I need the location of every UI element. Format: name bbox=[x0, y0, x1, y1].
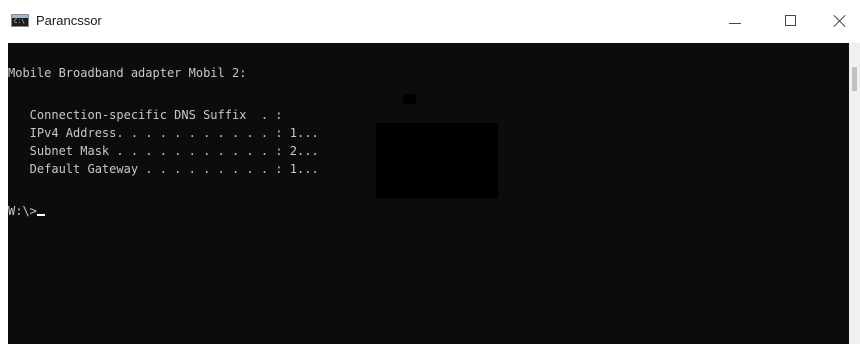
text-cursor bbox=[36, 214, 45, 216]
prompt-line[interactable]: W:\> bbox=[8, 204, 45, 218]
title-bar[interactable]: Parancssor bbox=[0, 0, 860, 43]
redaction-block bbox=[403, 94, 416, 104]
maximize-icon bbox=[785, 15, 796, 26]
gateway-line: Default Gateway . . . . . . . . . : 1... bbox=[8, 162, 319, 176]
minimize-icon bbox=[729, 23, 741, 24]
subnet-label: Subnet Mask . . . . . . . . . . . : bbox=[8, 144, 290, 158]
close-button[interactable] bbox=[818, 0, 860, 43]
subnet-line: Subnet Mask . . . . . . . . . . . : 2... bbox=[8, 144, 319, 158]
window-border bbox=[0, 43, 8, 344]
minimize-button[interactable] bbox=[712, 0, 758, 43]
command-prompt-window: Parancssor Mobile Broadband adapter Mobi… bbox=[0, 0, 860, 344]
window-title: Parancssor bbox=[36, 13, 102, 28]
cmd-icon[interactable] bbox=[11, 14, 29, 27]
adapter-header: Mobile Broadband adapter Mobil 2: bbox=[8, 66, 247, 80]
gateway-label: Default Gateway . . . . . . . . . : bbox=[8, 162, 290, 176]
subnet-value: 2... bbox=[289, 144, 319, 158]
dns-suffix-line: Connection-specific DNS Suffix . : bbox=[8, 108, 283, 122]
ipv4-line: IPv4 Address. . . . . . . . . . . : 1... bbox=[8, 126, 319, 140]
redaction-block bbox=[376, 123, 498, 198]
ipv4-label: IPv4 Address. . . . . . . . . . . : bbox=[8, 126, 290, 140]
close-icon bbox=[833, 14, 847, 28]
ipv4-value: 1... bbox=[289, 126, 319, 140]
vertical-scrollbar[interactable] bbox=[849, 43, 860, 344]
scrollbar-thumb[interactable] bbox=[852, 67, 857, 91]
gateway-value: 1... bbox=[289, 162, 319, 176]
console-output[interactable]: Mobile Broadband adapter Mobil 2: Connec… bbox=[8, 43, 849, 344]
command-prompt: W:\> bbox=[8, 204, 37, 218]
maximize-button[interactable] bbox=[770, 0, 816, 43]
